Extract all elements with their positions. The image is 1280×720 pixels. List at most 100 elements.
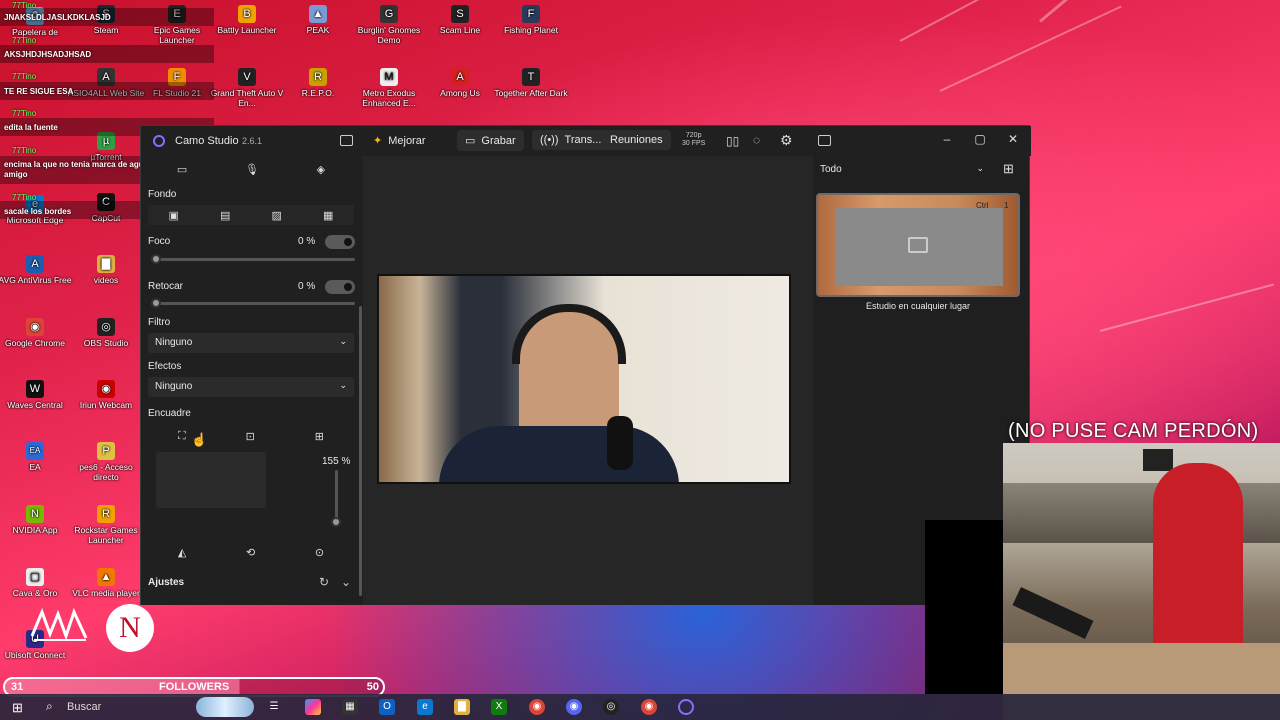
desktop-icon-burglin-gnomes[interactable]: G Burglin' Gnomes Demo (350, 5, 428, 45)
gta-v-icon: V (238, 68, 256, 86)
resolution-badge[interactable]: 720p 30 FPS (682, 132, 705, 148)
flip-icon[interactable]: ◭ (178, 546, 186, 559)
obs-taskbar-icon[interactable]: ◎ (603, 699, 619, 715)
discord-icon[interactable]: ◉ (566, 699, 582, 715)
panel-scrollbar[interactable] (359, 306, 362, 596)
retouch-slider[interactable] (151, 302, 355, 305)
record-button[interactable]: ▭ Grabar (457, 130, 524, 151)
zoom-slider-thumb[interactable] (331, 517, 341, 527)
desktop-icon-battly[interactable]: B Battly Launcher (208, 5, 286, 35)
desktop-icon-chrome[interactable]: ◉ Google Chrome (0, 318, 74, 348)
framing-center-icon[interactable]: ⊡ (246, 430, 255, 443)
desktop-icon-waves-central[interactable]: W Waves Central (0, 380, 74, 410)
desktop-icon-label: R.E.P.O. (301, 88, 335, 98)
chevron-down-icon[interactable]: ⌄ (341, 575, 351, 589)
reset-icon[interactable]: ↻ (319, 575, 329, 589)
camo-logo-icon (153, 135, 165, 147)
sidebar-toggle-icon[interactable] (340, 135, 353, 146)
outlook-icon[interactable]: O (379, 699, 395, 715)
desktop-icon-label: Together After Dark (494, 88, 568, 98)
title-bar: Camo Studio 2.6.1 ✦ Mejorar ▭ Grabar ((•… (141, 126, 1031, 156)
desktop-icon-vlc[interactable]: ▲ VLC media player (67, 568, 145, 598)
desktop-icon-rockstar[interactable]: R Rockstar Games Launcher (67, 505, 145, 545)
bg-none-icon[interactable]: ▣ (169, 209, 179, 222)
snapshot-icon[interactable]: ⊙ (315, 546, 324, 559)
retouch-toggle[interactable] (325, 280, 355, 294)
chat-message: TE RE SIGUE ESA (4, 87, 74, 96)
source-tabs: ▭ 🎙 ◈ (148, 159, 354, 179)
focus-toggle[interactable] (325, 235, 355, 249)
desktop-icon-cava-oro[interactable]: ▢ Cava & Oro (0, 568, 74, 598)
desktop-icon-label: Waves Central (7, 400, 63, 410)
settings-gear-icon[interactable]: ⚙ (780, 132, 793, 149)
filter-dropdown[interactable]: Ninguno ⌄ (148, 333, 354, 353)
fishing-planet-icon: F (522, 5, 540, 23)
bg-blur-icon[interactable]: ▤ (220, 209, 230, 222)
layers-tab-icon[interactable]: ◈ (317, 163, 325, 176)
retouch-slider-thumb[interactable] (151, 298, 161, 308)
scene-filter-dropdown[interactable]: Todo ⌄ (816, 161, 988, 179)
focus-slider[interactable] (151, 258, 355, 261)
framing-heading: Encuadre (148, 408, 191, 419)
app-name: Camo Studio (175, 135, 239, 147)
focus-slider-thumb[interactable] (151, 254, 161, 264)
desktop-icon-scam-line[interactable]: S Scam Line (421, 5, 499, 35)
xbox-icon[interactable]: X (491, 699, 507, 715)
desktop-icon-repo[interactable]: R R.E.P.O. (279, 68, 357, 98)
desktop-icon-label: Scam Line (439, 25, 481, 35)
effects-dropdown[interactable]: Ninguno ⌄ (148, 377, 354, 397)
enhance-button[interactable]: ✦ Mejorar (373, 134, 426, 148)
desktop-icon-metro-exodus[interactable]: M Metro Exodus Enhanced E... (350, 68, 428, 108)
waves-central-icon: W (26, 380, 44, 398)
windows-start-icon[interactable]: ⊞ (12, 700, 23, 716)
edge-taskbar-icon[interactable]: e (417, 699, 433, 715)
desktop-icon-ea[interactable]: EA EA (0, 442, 74, 472)
desktop-icon-label: Metro Exodus Enhanced E... (362, 88, 416, 108)
sparkle-icon: ✦ (373, 135, 383, 147)
maximize-icon[interactable]: ▢ (970, 132, 990, 150)
minimize-icon[interactable]: – (937, 132, 957, 150)
chrome-taskbar-icon[interactable]: ◉ (529, 699, 545, 715)
desktop-icon-videos[interactable]: ▇ videos (67, 255, 145, 285)
camo-taskbar-icon[interactable] (678, 699, 694, 715)
search-highlight-image (196, 697, 254, 717)
desktop-icon-fishing-planet[interactable]: F Fishing Planet (492, 5, 570, 35)
desktop-icon-label: Ubisoft Connect (4, 650, 66, 660)
framing-auto-icon[interactable]: ⊞ (315, 430, 324, 443)
file-explorer-icon[interactable]: ▇ (454, 699, 470, 715)
close-icon[interactable]: ✕ (1003, 132, 1023, 150)
microphone-tab-icon[interactable]: 🎙 (245, 163, 259, 176)
bg-replace-icon[interactable]: ▦ (323, 209, 333, 222)
layout-icon[interactable]: ▯▯ (726, 134, 739, 148)
desktop-icon-obs[interactable]: ◎ OBS Studio (67, 318, 145, 348)
scene-thumbnail[interactable]: Ctrl 1 (816, 193, 1020, 297)
panel-toggle-icon[interactable] (818, 135, 831, 146)
camera-tab-icon[interactable]: ▭ (177, 163, 187, 176)
framing-crop-icon[interactable]: ⛶ (178, 430, 186, 443)
desktop-icon-nvidia-app[interactable]: N NVIDIA App (0, 505, 74, 535)
desktop-icon-iriun-webcam[interactable]: ◉ Iriun Webcam (67, 380, 145, 410)
filter-selected: Ninguno (155, 337, 193, 348)
desktop-icon-label: Burglin' Gnomes Demo (357, 25, 421, 45)
stream-button[interactable]: ((•)) Trans... (532, 130, 610, 150)
desktop-icon-avg[interactable]: A AVG AntiVirus Free (0, 255, 74, 285)
desktop-icon-peak[interactable]: ▲ PEAK (279, 5, 357, 35)
grid-view-icon[interactable]: ⊞ (1003, 161, 1014, 177)
chrome-taskbar-icon-2[interactable]: ◉ (641, 699, 657, 715)
desktop-icon-together-after-dark[interactable]: T Together After Dark (492, 68, 570, 98)
desktop-icon-gta-v[interactable]: V Grand Theft Auto V En... (208, 68, 286, 108)
taskbar-search[interactable]: Buscar (67, 701, 101, 713)
bg-remove-icon[interactable]: ▨ (272, 209, 282, 222)
meetings-button[interactable]: Reuniones (602, 130, 671, 150)
task-view-icon[interactable]: ☰ (266, 699, 282, 715)
desktop-icon-among-us[interactable]: A Among Us (421, 68, 499, 98)
chat-username: 77Tino (12, 109, 37, 118)
copilot-icon[interactable] (305, 699, 321, 715)
store-icon[interactable]: ▦ (342, 699, 358, 715)
zoom-slider[interactable] (335, 470, 338, 522)
desktop-icon-label: Grand Theft Auto V En... (210, 88, 284, 108)
desktop-icon-pes6[interactable]: P pes6 - Acceso directo (67, 442, 145, 482)
notifications-icon[interactable]: ◌ (753, 133, 760, 147)
desktop-icon-label: EA (29, 462, 41, 472)
rotate-icon[interactable]: ⟲ (246, 546, 255, 559)
